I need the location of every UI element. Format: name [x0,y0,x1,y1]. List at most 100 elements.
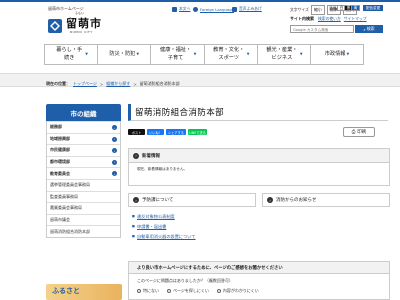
survey-box: より良い市ホームページにするために、ページのご感想をお聞かせください このページ… [128,261,390,300]
prevention-panel[interactable]: › 予防課について [128,193,256,207]
checkbox[interactable] [216,289,221,293]
font-size-small-button[interactable]: 縮小 [310,5,325,15]
sidebar-item[interactable]: 都市環境部 › [47,155,120,168]
facebook-like-button[interactable]: いいね！ [147,129,164,135]
skip-to-content-link[interactable]: 本文へ [172,6,190,12]
gnav-item-tourism[interactable]: 観光・産業・ビジネス ▼ [258,45,311,64]
search-button[interactable]: ⌕ 検索 [355,25,383,33]
global-navigation: 暮らし・手続き ▼ 防災・防犯 ▼ 健康・福祉・子育て ▼ 教育・文化・スポーツ ▼ 観… [44,44,365,65]
link-violation-disclosure[interactable]: 違反対象物公表制度 [132,214,196,220]
search-help-link[interactable]: 検索の使い方 [318,16,341,22]
sitemap-link[interactable]: サイトマップ [344,16,367,22]
gnav-label: 暮らし・手続き [56,47,83,61]
checkbox[interactable] [167,289,171,293]
line-share-button[interactable]: LINEで送る [188,129,207,135]
search-icon: ⌕ [363,26,366,32]
color-change-button[interactable]: 配色変更 [363,5,383,11]
city-logo-icon[interactable] [47,18,63,34]
site-search-label: サイト内検索 [290,16,314,21]
speaker-icon [232,6,237,12]
search-input[interactable]: Google カスタム検索 [290,25,354,33]
sidebar-item[interactable]: 地域振興部 › [47,132,120,145]
sidebar-item-label: 農業委員会事務局 [50,205,82,211]
site-logo-en: RUMOI CITY [70,30,93,34]
chevron-down-icon: ▼ [299,52,303,57]
option-label: 特にない [143,288,159,293]
sidebar-item[interactable]: 農業委員会事務局 [47,202,120,214]
sidebar-item[interactable]: 留萌消防組合消防本部 [47,225,120,237]
gnav-item-health[interactable]: 健康・福祉・子育て ▼ [151,45,205,64]
sidebar-item[interactable]: 総務部 › [47,121,120,133]
chevron-right-icon: › [133,152,139,159]
sidebar-item[interactable]: 選挙管理委員会事務局 [47,178,120,191]
chevron-down-icon: ▼ [136,52,140,57]
sidebar-item-label: 総務部 [50,124,62,130]
sidebar-item[interactable]: 教育委員会 › [47,167,120,179]
font-size-label: 文字サイズ [290,7,309,12]
chevron-right-icon: › [112,136,117,142]
speech-reader-link[interactable]: 音声よみあげ [232,6,262,12]
banner-text: ふるさと [52,287,80,295]
breadcrumb-link-top[interactable]: トップページ [73,81,97,87]
checkbox[interactable] [137,289,141,293]
print-label: 印刷 [357,130,367,135]
chevron-right-icon: › [112,148,117,154]
sidebar-item-label: 監査委員事務局 [50,193,78,199]
page-title: 留萌消防組合消防本部 [128,104,388,121]
printer-icon: ⎙ [351,130,356,135]
option-label: 内容がわかりにくい [222,288,259,293]
site-logo-text[interactable]: 留萌市 [66,15,102,31]
breadcrumb-prefix: 現在の位置： [46,81,70,86]
chevron-down-icon: ▼ [246,52,250,57]
survey-heading: より良い市ホームページにするために、ページのご感想をお聞かせください [129,262,389,274]
chevron-down-icon: ▼ [193,52,197,57]
site-links: 検索の使い方 サイトマップ [318,16,367,22]
survey-option[interactable]: ページを探しにくい [167,288,209,294]
breadcrumb: 現在の位置： トップページ > 組織から探す > 留萌消防組合消防本部 [46,81,180,87]
gnav-item-safety[interactable]: 防災・防犯 ▼ [98,45,152,64]
chevron-down-icon: ▼ [85,52,88,57]
news-box: › 新着情報 現在、新着情報はありません。 [128,148,390,186]
survey-options: 特にない ページを探しにくい 内容がわかりにくい [129,284,389,294]
foreign-language-link[interactable]: Foreign Language [193,6,234,12]
chevron-right-icon: › [112,171,117,177]
facebook-share-button[interactable]: シェアする [166,129,186,135]
sidebar-item-label: 都市環境部 [50,159,70,165]
gnav-item-city-admin[interactable]: 市政情報 ▼ [311,45,365,64]
panel-title: 消防からのお知らせ [276,198,317,203]
news-body: 現在、新着情報はありません。 [137,167,188,171]
link-vehicle-extinguisher[interactable]: 自動車用消火器の設置について [132,234,196,240]
utility-label: 本文へ [179,6,191,11]
sidebar: 市の組織 総務部 › 地域振興部 › 市民健康部 › 都市環境部 › 教育委員会 › 選挙… [46,104,121,238]
news-header: › 新着情報 [129,149,389,163]
chevron-right-icon: › [133,197,139,203]
chevron-down-icon: ▼ [346,52,350,57]
sidebar-item[interactable]: 市民健康部 › [47,144,120,156]
sidebar-list: 総務部 › 地域振興部 › 市民健康部 › 都市環境部 › 教育委員会 › 選挙管理委員会… [46,121,121,238]
share-x-button[interactable]: ポスト [128,129,145,135]
sidebar-heading: 市の組織 [46,104,121,121]
sidebar-item[interactable]: 留萌市議会 [47,213,120,226]
option-label: ページを探しにくい [173,288,209,293]
breadcrumb-link-org[interactable]: 組織から探す [106,81,130,87]
chevron-right-icon: › [112,125,117,130]
gnav-item-education[interactable]: 教育・文化・スポーツ ▼ [205,45,258,64]
survey-option[interactable]: 内容がわかりにくい [216,288,259,294]
print-button[interactable]: ⎙ 印刷 [343,127,375,137]
globe-icon [193,6,198,12]
fire-notice-panel[interactable]: › 消防からのお知らせ [262,193,390,207]
chevron-right-icon: › [112,159,117,165]
gnav-item-living[interactable]: 暮らし・手続き ▼ [44,45,99,64]
chevron-right-icon: › [267,197,273,203]
background-label: 背景 [329,6,337,11]
furusato-banner[interactable]: ふるさと [46,284,122,300]
arrow-icon [172,6,177,12]
sidebar-item-label: 留萌消防組合消防本部 [50,228,90,234]
sidebar-item-label: 地域振興部 [50,135,70,141]
link-application-forms[interactable]: 申請書・届出書 [132,224,196,230]
sidebar-item[interactable]: 監査委員事務局 [47,190,120,203]
survey-option[interactable]: 特にない [137,288,159,294]
background-blue-button[interactable]: 青 [351,5,360,11]
breadcrumb-separator: > [99,81,104,87]
gnav-label: 防災・防犯 [109,50,136,57]
